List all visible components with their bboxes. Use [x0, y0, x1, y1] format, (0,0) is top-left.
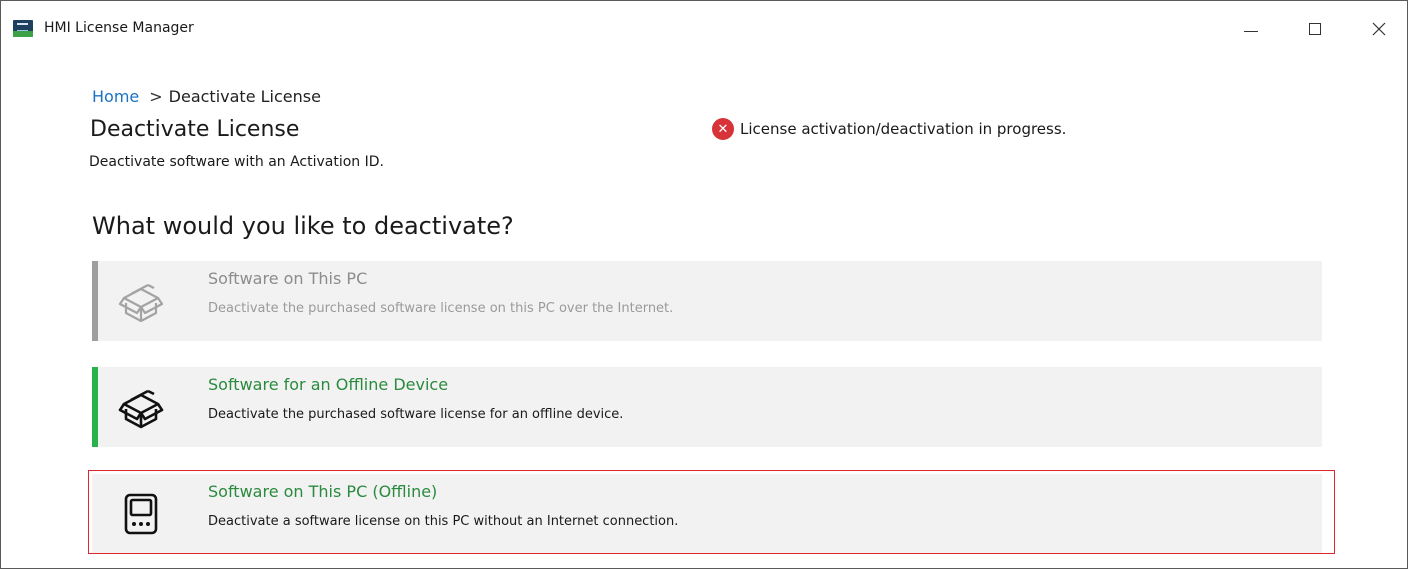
- breadcrumb-separator: >: [149, 87, 163, 106]
- title-bar[interactable]: HMI License Manager: [1, 1, 1407, 57]
- package-icon: [118, 284, 164, 323]
- option-description: Deactivate the purchased software licens…: [208, 301, 674, 316]
- maximize-button[interactable]: [1292, 9, 1338, 49]
- option-title: Software on This PC: [208, 269, 368, 288]
- option-title: Software for an Offline Device: [208, 375, 449, 394]
- app-window: HMI License Manager Home > Deactivate Lice…: [0, 0, 1408, 569]
- device-icon: [124, 493, 158, 535]
- app-logo-icon: [13, 20, 33, 37]
- option-description: Deactivate a software license on this PC…: [208, 514, 679, 529]
- option-accent-bar: [92, 261, 98, 341]
- option-description: Deactivate the purchased software licens…: [208, 407, 624, 422]
- option-software-on-this-pc-offline[interactable]: Software on This PC (Offline) Deactivate…: [92, 474, 1322, 554]
- minimize-button[interactable]: [1228, 9, 1274, 49]
- close-button[interactable]: [1356, 9, 1402, 49]
- maximize-icon: [1309, 23, 1321, 35]
- section-question: What would you like to deactivate?: [92, 212, 514, 240]
- minimize-icon: [1244, 30, 1258, 32]
- breadcrumb: Home > Deactivate License: [92, 87, 321, 106]
- breadcrumb-current: Deactivate License: [168, 87, 321, 106]
- page-title: Deactivate License: [90, 117, 300, 142]
- close-icon: [1372, 22, 1386, 36]
- page-subtitle: Deactivate software with an Activation I…: [89, 154, 384, 170]
- option-software-for-offline-device[interactable]: Software for an Offline Device Deactivat…: [92, 367, 1322, 447]
- breadcrumb-home-link[interactable]: Home: [92, 87, 139, 106]
- error-icon: ✕: [712, 118, 734, 140]
- option-title: Software on This PC (Offline): [208, 482, 438, 501]
- status-text: License activation/deactivation in progr…: [740, 120, 1067, 138]
- window-title: HMI License Manager: [44, 20, 194, 36]
- status-message: ✕ License activation/deactivation in pro…: [712, 118, 1066, 140]
- package-icon: [118, 389, 164, 429]
- option-software-on-this-pc[interactable]: Software on This PC Deactivate the purch…: [92, 261, 1322, 341]
- option-accent-bar: [92, 367, 98, 447]
